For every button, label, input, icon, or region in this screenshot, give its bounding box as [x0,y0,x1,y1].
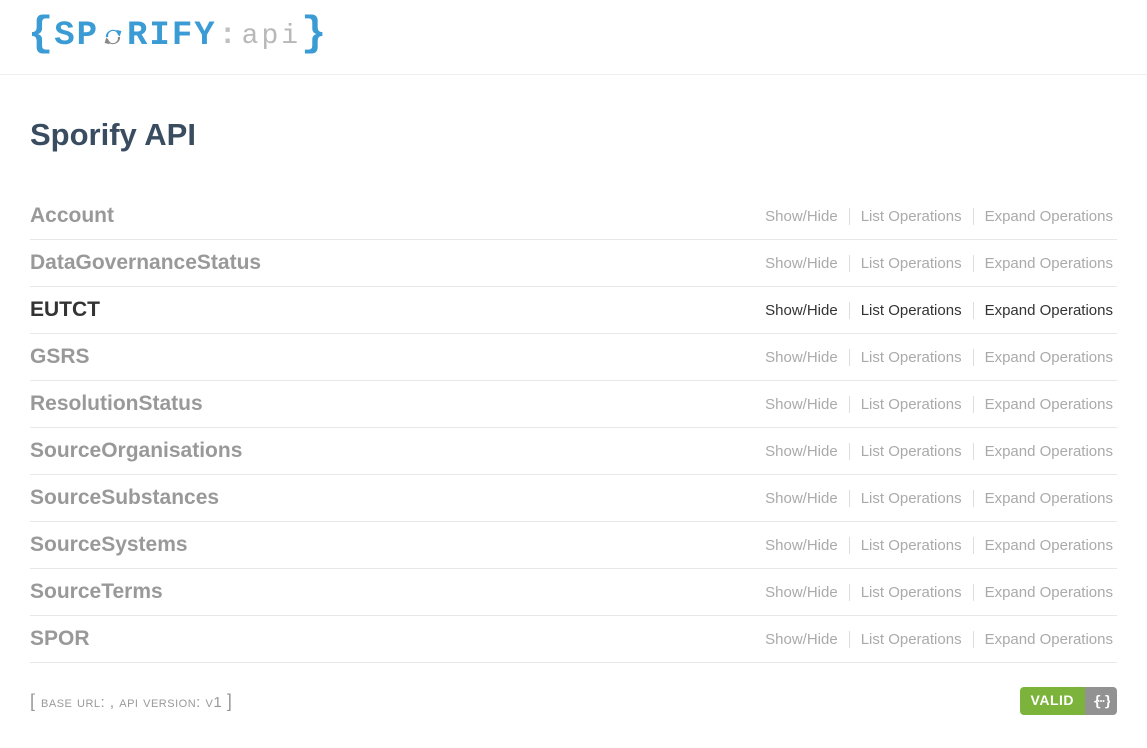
page-title: Sporify API [30,117,1117,153]
resource-row: GSRS Show/HideList OperationsExpand Opera… [30,334,1117,381]
header: { SP RIFY : api } [0,0,1147,75]
resource-actions: Show/HideList OperationsExpand Operation… [754,396,1113,413]
show-hide-link[interactable]: Show/Hide [754,255,850,272]
show-hide-link[interactable]: Show/Hide [754,631,850,648]
api-version-label: API VERSION [119,694,196,711]
show-hide-link[interactable]: Show/Hide [754,208,850,225]
list-operations-link[interactable]: List Operations [850,443,974,460]
resources-list: AccountShow/HideList OperationsExpand Op… [30,193,1117,663]
main-content: Sporify API AccountShow/HideList Operati… [0,117,1147,745]
resource-name[interactable]: Account [30,204,114,228]
expand-operations-link[interactable]: Expand Operations [974,349,1113,366]
show-hide-link[interactable]: Show/Hide [754,443,850,460]
expand-operations-link[interactable]: Expand Operations [974,631,1113,648]
expand-operations-link[interactable]: Expand Operations [974,396,1113,413]
expand-operations-link[interactable]: Expand Operations [974,302,1113,319]
resource-actions: Show/HideList OperationsExpand Operation… [754,208,1113,225]
resource-actions: Show/HideList OperationsExpand Operation… [754,490,1113,507]
resource-actions: Show/HideList OperationsExpand Operation… [754,302,1113,319]
logo[interactable]: { SP RIFY : api } [28,12,327,60]
resource-name[interactable]: ResolutionStatus [30,392,203,416]
logo-colon: : [219,19,238,53]
list-operations-link[interactable]: List Operations [850,584,974,601]
resource-name[interactable]: SourceTerms [30,580,163,604]
show-hide-link[interactable]: Show/Hide [754,584,850,601]
logo-brand-right: RIFY [127,17,217,55]
show-hide-link[interactable]: Show/Hide [754,302,850,319]
resource-row: SourceSubstances Show/HideList Operations… [30,475,1117,522]
show-hide-link[interactable]: Show/Hide [754,349,850,366]
expand-operations-link[interactable]: Expand Operations [974,537,1113,554]
resource-row: Account Show/HideList OperationsExpand Op… [30,193,1117,240]
show-hide-link[interactable]: Show/Hide [754,537,850,554]
list-operations-link[interactable]: List Operations [850,537,974,554]
list-operations-link[interactable]: List Operations [850,255,974,272]
refresh-icon [101,25,125,49]
resource-row: SourceOrganisations Show/HideList Operati… [30,428,1117,475]
show-hide-link[interactable]: Show/Hide [754,490,850,507]
list-operations-link[interactable]: List Operations [850,396,974,413]
validator-badge[interactable]: VALID { } [1020,687,1117,715]
resource-row: EUTCT Show/HideList OperationsExpand Oper… [30,287,1117,334]
list-operations-link[interactable]: List Operations [850,631,974,648]
list-operations-link[interactable]: List Operations [850,208,974,225]
json-icon: { } [1085,687,1117,715]
expand-operations-link[interactable]: Expand Operations [974,490,1113,507]
footer-row: [ BASE URL: , API VERSION: v1 ] VALID { … [30,687,1117,715]
show-hide-link[interactable]: Show/Hide [754,396,850,413]
resource-actions: Show/HideList OperationsExpand Operation… [754,255,1113,272]
resource-row: SourceSystems Show/HideList OperationsExp… [30,522,1117,569]
open-brace: { [28,10,54,58]
api-version-value: v1 [206,694,223,711]
logo-brand-left: SP [54,17,99,55]
logo-api-text: api [242,21,301,52]
expand-operations-link[interactable]: Expand Operations [974,208,1113,225]
resource-row: DataGovernanceStatus Show/HideList Operat… [30,240,1117,287]
resource-name[interactable]: EUTCT [30,298,100,322]
svg-text:}: } [1104,694,1110,709]
base-url-label: BASE URL [41,694,101,711]
resource-row: ResolutionStatus Show/HideList Operations… [30,381,1117,428]
resource-row: SourceTerms Show/HideList OperationsExpan… [30,569,1117,616]
list-operations-link[interactable]: List Operations [850,302,974,319]
expand-operations-link[interactable]: Expand Operations [974,255,1113,272]
resource-name[interactable]: SPOR [30,627,90,651]
resource-name[interactable]: GSRS [30,345,90,369]
list-operations-link[interactable]: List Operations [850,490,974,507]
base-info: [ BASE URL: , API VERSION: v1 ] [30,691,232,712]
list-operations-link[interactable]: List Operations [850,349,974,366]
resource-row: SPOR Show/HideList OperationsExpand Opera… [30,616,1117,663]
resource-name[interactable]: DataGovernanceStatus [30,251,261,275]
resource-actions: Show/HideList OperationsExpand Operation… [754,443,1113,460]
expand-operations-link[interactable]: Expand Operations [974,584,1113,601]
resource-actions: Show/HideList OperationsExpand Operation… [754,537,1113,554]
resource-actions: Show/HideList OperationsExpand Operation… [754,584,1113,601]
valid-label: VALID [1020,687,1085,715]
resource-name[interactable]: SourceSystems [30,533,188,557]
expand-operations-link[interactable]: Expand Operations [974,443,1113,460]
resource-actions: Show/HideList OperationsExpand Operation… [754,631,1113,648]
resource-name[interactable]: SourceSubstances [30,486,219,510]
resource-name[interactable]: SourceOrganisations [30,439,242,463]
resource-actions: Show/HideList OperationsExpand Operation… [754,349,1113,366]
close-brace: } [301,10,327,58]
